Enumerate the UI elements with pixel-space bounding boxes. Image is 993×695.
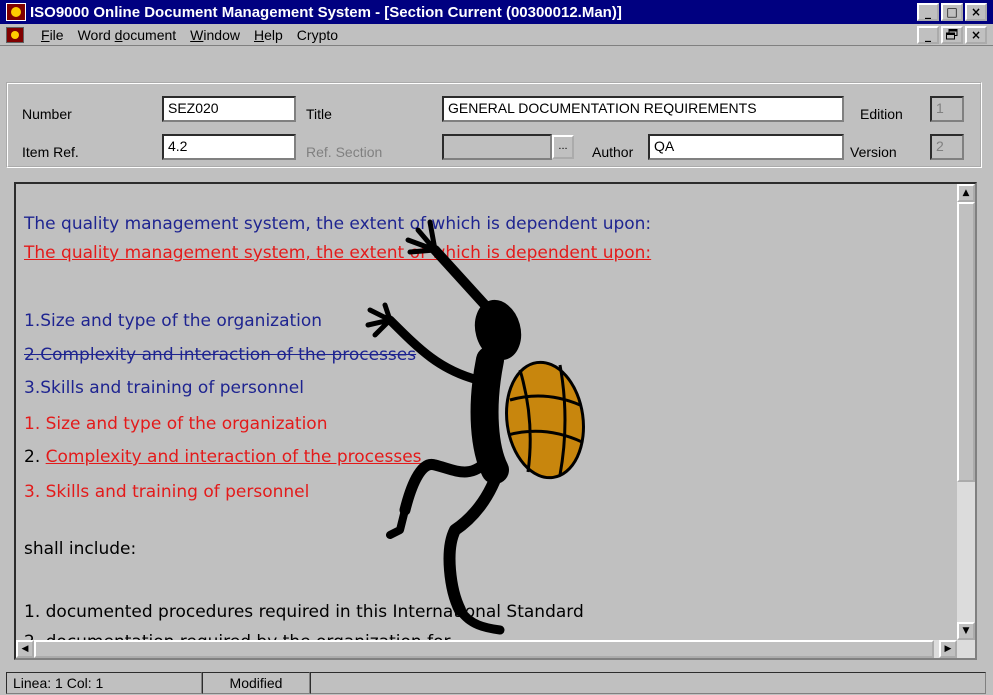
- menu-word-document[interactable]: Word document: [71, 27, 184, 43]
- scroll-right-button[interactable]: ▶: [939, 640, 957, 658]
- cursor-position: Linea: 1 Col: 1: [6, 672, 202, 694]
- menu-file[interactable]: File: [34, 27, 71, 43]
- scroll-down-button[interactable]: ▼: [957, 622, 975, 640]
- document-header-form: Number SEZ020 Title GENERAL DOCUMENTATIO…: [6, 82, 982, 168]
- title-label: Title: [306, 106, 332, 122]
- window-controls: _ □ ×: [917, 3, 987, 21]
- menu-window-accel: W: [190, 26, 204, 43]
- mdi-controls: _ ×: [917, 25, 987, 44]
- minimize-button[interactable]: _: [917, 3, 939, 21]
- maximize-button[interactable]: □: [941, 3, 963, 21]
- menu-crypto[interactable]: Crypto: [290, 27, 345, 43]
- ref-section-browse-button[interactable]: ...: [552, 135, 574, 159]
- doc-line-6: 1. Size and type of the organization: [24, 414, 328, 434]
- document-icon[interactable]: [6, 26, 24, 43]
- restore-icon: [946, 29, 958, 40]
- menu-file-rest: ile: [49, 26, 64, 43]
- menu-bar: File Word document Window Help Crypto _ …: [0, 24, 993, 46]
- number-label: Number: [22, 106, 72, 122]
- doc-line-8: 3. Skills and training of personnel: [24, 482, 310, 502]
- doc-line-9: shall include:: [24, 539, 137, 559]
- version-label: Version: [850, 144, 897, 160]
- doc-line-4: 2.Complexity and interaction of the proc…: [24, 345, 417, 365]
- doc-line-5: 3.Skills and training of personnel: [24, 378, 304, 398]
- author-field[interactable]: QA: [648, 134, 844, 160]
- scroll-up-button[interactable]: ▲: [957, 184, 975, 202]
- mdi-restore-button[interactable]: [941, 25, 963, 44]
- title-bar: ISO9000 Online Document Management Syste…: [0, 0, 993, 24]
- menu-help-accel: H: [253, 26, 265, 43]
- edition-field: 1: [930, 96, 964, 122]
- modified-status: Modified: [202, 672, 310, 694]
- menu-window[interactable]: Window: [183, 27, 247, 43]
- status-bar: Linea: 1 Col: 1 Modified: [6, 672, 986, 694]
- item-ref-field[interactable]: 4.2: [162, 134, 296, 160]
- title-field[interactable]: GENERAL DOCUMENTATION REQUIREMENTS: [442, 96, 844, 122]
- doc-line-7-number: 2.: [24, 447, 46, 467]
- climber-mascot-image: [365, 219, 585, 635]
- edition-label: Edition: [860, 106, 903, 122]
- author-label: Author: [592, 144, 634, 160]
- vertical-scrollbar[interactable]: ▲ ▼: [957, 184, 975, 658]
- menu-help[interactable]: Help: [247, 27, 290, 43]
- status-extra: [310, 672, 986, 694]
- mdi-close-button[interactable]: ×: [965, 25, 987, 44]
- menu-file-accel: F: [41, 26, 50, 43]
- menu-word-accel: d: [114, 26, 123, 43]
- item-ref-label: Item Ref.: [22, 144, 79, 160]
- ref-section-field: [442, 134, 552, 160]
- vertical-scroll-thumb[interactable]: [957, 202, 975, 482]
- ref-section-label: Ref. Section: [306, 144, 383, 160]
- app-icon[interactable]: [6, 3, 26, 21]
- close-button[interactable]: ×: [965, 3, 987, 21]
- window-title: ISO9000 Online Document Management Syste…: [30, 3, 622, 21]
- backpack-icon: [505, 360, 585, 480]
- version-field: 2: [930, 134, 964, 160]
- mdi-minimize-button[interactable]: _: [917, 25, 939, 44]
- doc-line-3: 1.Size and type of the organization: [24, 311, 323, 331]
- number-field[interactable]: SEZ020: [162, 96, 296, 122]
- scroll-left-button[interactable]: ◀: [16, 640, 34, 658]
